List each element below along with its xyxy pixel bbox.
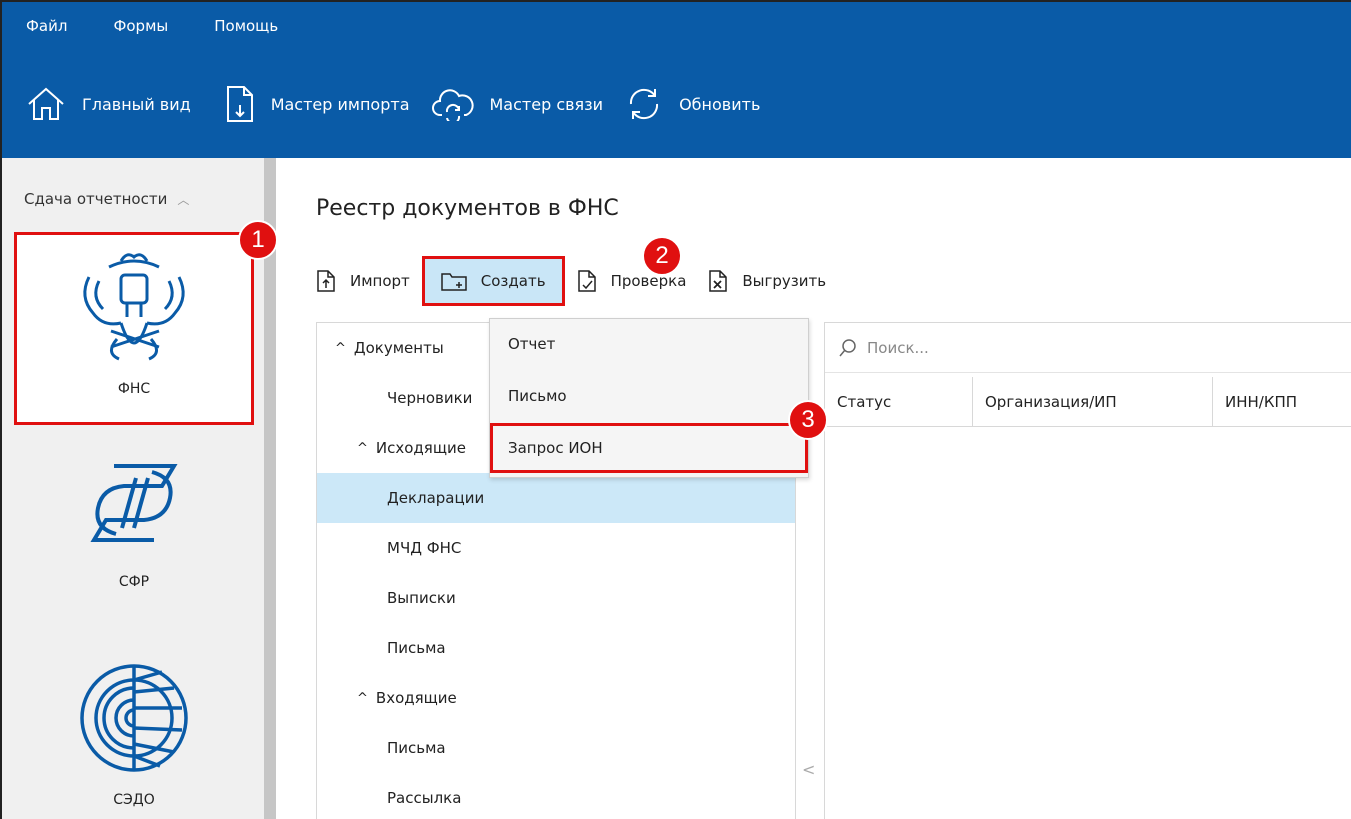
ribbon: Файл Формы Помощь Главный вид Мастер имп… <box>2 2 1351 158</box>
document-actions: Импорт Создать Проверка Выгрузить <box>316 256 848 306</box>
chevron-up-icon: ︿ <box>177 192 190 207</box>
tree-item-label: Выписки <box>387 589 456 607</box>
import-wizard-label: Мастер импорта <box>270 94 410 114</box>
tree-item-label: Входящие <box>375 689 457 707</box>
search-icon <box>839 338 856 356</box>
refresh-button[interactable]: Обновить <box>625 86 760 122</box>
home-icon <box>28 87 64 120</box>
import-document-icon <box>226 86 253 122</box>
services-sidebar: Сдача отчетности ︿ ФНС СФР СЭДО <box>2 158 264 819</box>
tree-item-incoming-letters[interactable]: Письма <box>317 723 795 773</box>
column-status[interactable]: Статус <box>825 376 973 427</box>
import-wizard-button[interactable]: Мастер импорта <box>225 85 410 123</box>
cloud-sync-icon <box>431 89 474 121</box>
refresh-icon <box>630 88 659 120</box>
documents-grid: Поиск... Статус Организация/ИП ИНН/КПП <box>824 322 1351 819</box>
document-check-icon <box>577 270 596 292</box>
menu-help[interactable]: Помощь <box>214 17 278 35</box>
home-button-label: Главный вид <box>82 94 191 114</box>
tree-item-outgoing-letters[interactable]: Письма <box>317 623 795 673</box>
tree-item-label: Декларации <box>387 489 485 507</box>
tree-item-mchd-fns[interactable]: МЧД ФНС <box>317 523 795 573</box>
service-sfr-label: СФР <box>118 574 150 590</box>
grid-search[interactable]: Поиск... <box>825 323 1351 373</box>
tree-item-label: Документы <box>353 339 444 357</box>
create-button-label: Создать <box>480 272 546 290</box>
menu-item-report[interactable]: Отчет <box>490 319 808 369</box>
menu-file[interactable]: Файл <box>26 17 67 35</box>
link-wizard-label: Мастер связи <box>489 94 604 114</box>
service-fns-label: ФНС <box>117 381 151 397</box>
fns-emblem-icon <box>83 253 185 361</box>
grid-header: Статус Организация/ИП ИНН/КПП <box>825 376 1351 427</box>
service-fns[interactable]: ФНС <box>14 232 254 425</box>
check-button-label: Проверка <box>610 272 687 290</box>
callout-badge-2: 2 <box>642 236 682 276</box>
search-input[interactable]: Поиск... <box>867 339 929 357</box>
export-button-label: Выгрузить <box>742 272 827 290</box>
tree-item-label: Рассылка <box>387 789 462 807</box>
tree-item-declarations[interactable]: Декларации <box>317 473 795 523</box>
tree-item-label: Письма <box>387 739 446 757</box>
refresh-label: Обновить <box>679 94 761 114</box>
home-button[interactable]: Главный вид <box>26 86 191 122</box>
tree-item-label: Исходящие <box>375 439 466 457</box>
tree-item-label: МЧД ФНС <box>387 539 462 557</box>
tree-item-statements[interactable]: Выписки <box>317 573 795 623</box>
sfr-logo-icon <box>90 464 178 542</box>
link-wizard-button[interactable]: Мастер связи <box>431 87 604 121</box>
create-button[interactable]: Создать <box>421 256 565 306</box>
create-dropdown-menu: Отчет Письмо Запрос ИОН <box>489 318 809 478</box>
tree-item-label: Черновики <box>387 389 473 407</box>
callout-badge-1: 1 <box>238 220 278 260</box>
folder-add-icon <box>441 273 467 291</box>
collapse-panel-icon[interactable]: < <box>802 760 815 779</box>
callout-badge-3: 3 <box>788 400 828 440</box>
export-button[interactable]: Выгрузить <box>708 256 826 306</box>
menu-item-letter[interactable]: Письмо <box>490 371 808 421</box>
menu-forms[interactable]: Формы <box>113 17 168 35</box>
caret-up-icon[interactable]: ^ <box>335 341 346 356</box>
sidebar-header[interactable]: Сдача отчетности ︿ <box>24 190 189 208</box>
import-button[interactable]: Импорт <box>316 256 410 306</box>
menu-bar: Файл Формы Помощь <box>2 2 324 50</box>
caret-up-icon[interactable]: ^ <box>357 691 368 706</box>
page-title: Реестр документов в ФНС <box>316 196 619 221</box>
sidebar-header-label: Сдача отчетности <box>24 190 168 208</box>
menu-item-ion-request[interactable]: Запрос ИОН <box>490 423 808 473</box>
service-sedo[interactable]: СЭДО <box>14 658 254 808</box>
main-toolbar: Главный вид Мастер импорта Мастер связи <box>2 50 782 158</box>
sedo-logo-icon <box>80 664 188 772</box>
tree-item-label: Письма <box>387 639 446 657</box>
tree-item-mailing[interactable]: Рассылка <box>317 773 795 819</box>
caret-up-icon[interactable]: ^ <box>357 441 368 456</box>
import-icon <box>317 270 335 292</box>
excel-export-icon <box>709 270 728 292</box>
app-window: Файл Формы Помощь Главный вид Мастер имп… <box>0 0 1351 819</box>
import-button-label: Импорт <box>350 272 410 290</box>
column-inn-kpp[interactable]: ИНН/КПП <box>1213 377 1351 427</box>
column-organization[interactable]: Организация/ИП <box>973 376 1213 427</box>
service-sedo-label: СЭДО <box>113 792 155 808</box>
tree-item-incoming[interactable]: ^ Входящие <box>317 673 795 723</box>
service-sfr[interactable]: СФР <box>14 448 254 590</box>
